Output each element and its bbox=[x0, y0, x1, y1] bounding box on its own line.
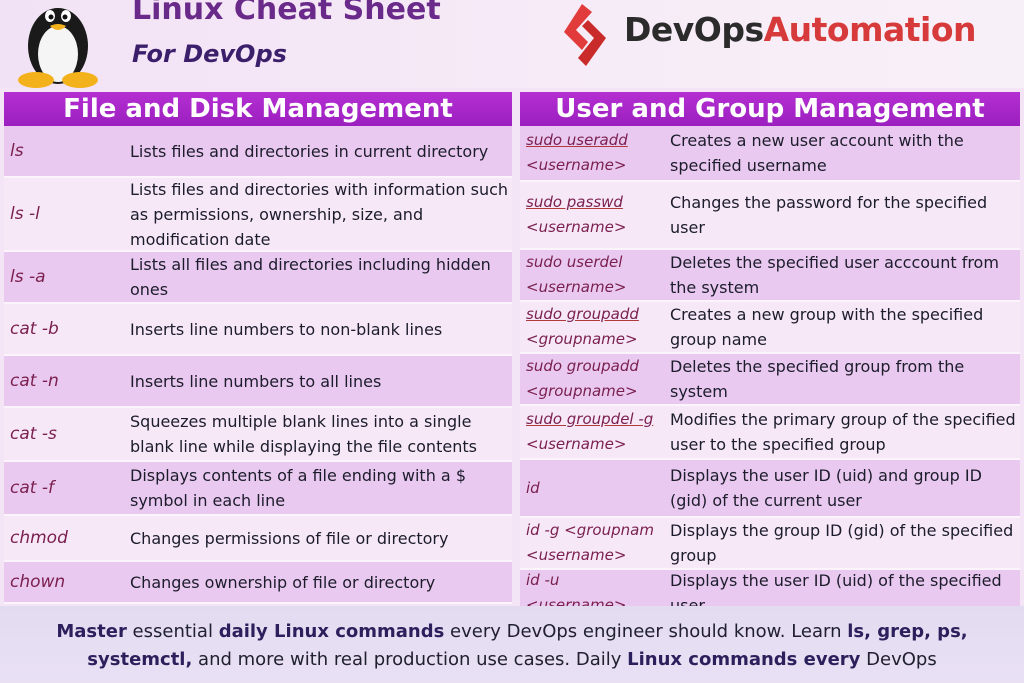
table-row: sudo groupadd <groupname> Deletes the spec… bbox=[520, 354, 1020, 406]
description: Displays contents of a file ending with … bbox=[130, 466, 466, 510]
brand-name-part2: Automation bbox=[763, 10, 977, 49]
footer-banner: Master essential daily Linux commands ev… bbox=[0, 606, 1024, 683]
footer-bold: Linux commands every bbox=[627, 649, 861, 670]
command: chmod bbox=[10, 528, 68, 548]
command: cat -f bbox=[10, 478, 54, 498]
description: Inserts line numbers to non-blank lines bbox=[130, 319, 443, 339]
brand-name: DevOpsAutomation bbox=[624, 10, 977, 49]
description: Deletes the specified user acccount from… bbox=[670, 253, 999, 297]
description: Changes permissions of file or directory bbox=[130, 528, 449, 548]
command: id -g <groupnam <username> bbox=[520, 518, 670, 568]
description: Deletes the specified group from the sys… bbox=[670, 357, 965, 401]
command: cat -s bbox=[10, 424, 57, 444]
description: Displays the user ID (uid) and group ID … bbox=[670, 466, 982, 510]
command-line1: id -g <groupnam bbox=[526, 521, 654, 539]
command-line1: id bbox=[526, 478, 540, 497]
command: sudo userdel <username> bbox=[520, 250, 670, 300]
command-line1: sudo userdel bbox=[526, 253, 623, 271]
table-row: sudo passwd <username> Changes the passwor… bbox=[520, 182, 1020, 250]
command: cat -b bbox=[10, 319, 59, 339]
table-row: ls -a Lists all files and directories inc… bbox=[4, 252, 512, 304]
command: ls bbox=[10, 141, 24, 161]
footer-bold: Master bbox=[56, 621, 127, 642]
page-subtitle: For DevOps bbox=[132, 40, 287, 68]
table-row: id Displays the user ID (uid) and group I… bbox=[520, 460, 1020, 518]
description: Inserts line numbers to all lines bbox=[130, 371, 382, 391]
footer-plain: every DevOps engineer should know. Learn bbox=[444, 621, 848, 642]
table-row: cat -b Inserts line numbers to non-blank … bbox=[4, 304, 512, 356]
table-row: sudo userdel <username> Deletes the specif… bbox=[520, 250, 1020, 302]
description: Lists files and directories with informa… bbox=[130, 179, 509, 249]
user-group-heading: User and Group Management bbox=[520, 92, 1020, 126]
description: Displays the group ID (gid) of the speci… bbox=[670, 521, 1014, 565]
user-group-section: User and Group Management sudo useradd <u… bbox=[520, 92, 1020, 618]
table-row: cat -f Displays contents of a file ending… bbox=[4, 462, 512, 516]
command-line2: <groupname> bbox=[526, 330, 638, 348]
command: sudo groupadd <groupname> bbox=[520, 354, 670, 404]
table-row: ls -l Lists files and directories with in… bbox=[4, 178, 512, 252]
description: Changes the password for the specified u… bbox=[670, 193, 988, 237]
table-row: sudo useradd <username> Creates a new user… bbox=[520, 126, 1020, 182]
command: id bbox=[520, 476, 670, 501]
command: sudo groupdel -g <username> bbox=[520, 407, 670, 457]
command-line1: sudo useradd bbox=[526, 131, 628, 149]
page-title: Linux Cheat Sheet bbox=[132, 0, 441, 27]
command-line1: id -u bbox=[526, 571, 560, 589]
table-row: chmod Changes permissions of file or dire… bbox=[4, 516, 512, 562]
command-line1: sudo groupdel -g bbox=[526, 410, 654, 428]
table-row: cat -n Inserts line numbers to all lines bbox=[4, 356, 512, 408]
command-line1: sudo passwd bbox=[526, 193, 623, 211]
file-disk-heading: File and Disk Management bbox=[4, 92, 512, 126]
footer-plain: and more with real production use cases.… bbox=[192, 649, 628, 670]
footer-bold: ls, grep, ps, bbox=[847, 621, 968, 642]
command-line2: <username> bbox=[526, 546, 627, 564]
footer-bold: systemctl, bbox=[87, 649, 193, 670]
table-row: id -g <groupnam <username> Displays the gr… bbox=[520, 518, 1020, 570]
description: Modifies the primary group of the specif… bbox=[670, 410, 1016, 454]
command-line2: <groupname> bbox=[526, 382, 638, 400]
description: Lists files and directories in current d… bbox=[130, 141, 489, 161]
header: Linux Cheat Sheet For DevOps DevOpsAutom… bbox=[0, 0, 1024, 88]
command: sudo passwd <username> bbox=[520, 190, 670, 240]
description: Creates a new group with the specified g… bbox=[670, 305, 984, 349]
command: cat -n bbox=[10, 371, 59, 391]
command: ls -l bbox=[10, 204, 40, 224]
command-line1: sudo groupadd bbox=[526, 305, 639, 323]
command-line2: <username> bbox=[526, 278, 627, 296]
command: sudo useradd <username> bbox=[520, 128, 670, 178]
table-row: chown Changes ownership of file or direct… bbox=[4, 562, 512, 604]
command-line2: <username> bbox=[526, 218, 627, 236]
file-disk-section: File and Disk Management ls Lists files a… bbox=[4, 92, 512, 604]
command-line1: sudo groupadd bbox=[526, 357, 639, 375]
brand-name-part1: DevOps bbox=[624, 10, 764, 49]
footer-text: Master essential daily Linux commands ev… bbox=[0, 618, 1024, 674]
command: sudo groupadd <groupname> bbox=[520, 302, 670, 352]
devops-automation-logo-icon bbox=[564, 4, 606, 66]
table-row: sudo groupdel -g <username> Modifies the p… bbox=[520, 406, 1020, 460]
description: Squeezes multiple blank lines into a sin… bbox=[130, 412, 477, 456]
file-disk-table: ls Lists files and directories in current… bbox=[4, 126, 512, 604]
footer-plain: DevOps bbox=[860, 649, 937, 670]
table-row: ls Lists files and directories in current… bbox=[4, 126, 512, 178]
description: Creates a new user account with the spec… bbox=[670, 131, 964, 175]
description: Changes ownership of file or directory bbox=[130, 572, 436, 592]
footer-bold: daily Linux commands bbox=[218, 621, 445, 642]
command: ls -a bbox=[10, 267, 46, 287]
user-group-table: sudo useradd <username> Creates a new user… bbox=[520, 126, 1020, 618]
table-row: cat -s Squeezes multiple blank lines into… bbox=[4, 408, 512, 462]
description: Lists all files and directories includin… bbox=[130, 255, 491, 299]
tux-penguin-icon bbox=[18, 8, 98, 88]
command-line2: <username> bbox=[526, 156, 627, 174]
footer-plain: essential bbox=[126, 621, 219, 642]
command: chown bbox=[10, 572, 66, 592]
table-row: sudo groupadd <groupname> Creates a new gr… bbox=[520, 302, 1020, 354]
command-line2: <username> bbox=[526, 435, 627, 453]
